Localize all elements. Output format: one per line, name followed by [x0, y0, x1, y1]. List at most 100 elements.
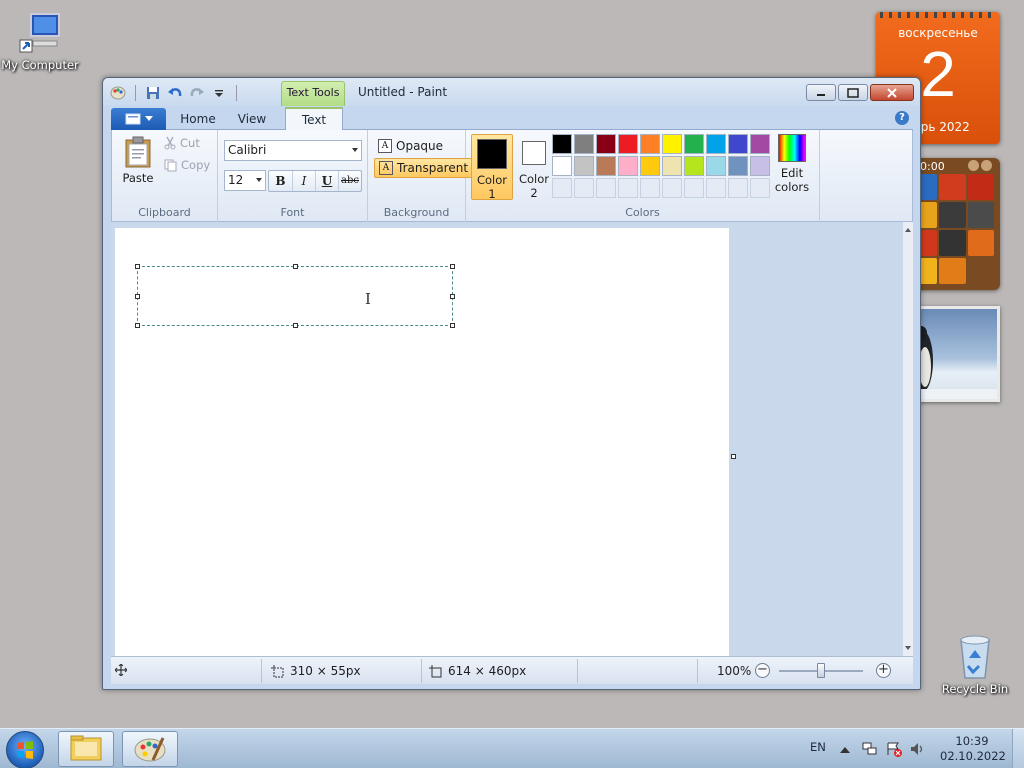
palette-swatch[interactable]: [640, 156, 660, 176]
palette-swatch[interactable]: [574, 134, 594, 154]
palette-swatch[interactable]: [706, 134, 726, 154]
custom-color-slot[interactable]: [574, 178, 594, 198]
customize-qat-icon[interactable]: [210, 84, 228, 102]
palette-swatch[interactable]: [684, 156, 704, 176]
show-desktop-button[interactable]: [1012, 729, 1024, 768]
redo-icon[interactable]: [188, 84, 206, 102]
network-icon[interactable]: [862, 741, 878, 768]
close-button[interactable]: [870, 84, 914, 101]
palette-swatch[interactable]: [596, 134, 616, 154]
help-icon[interactable]: ?: [895, 111, 909, 125]
color2-button[interactable]: Color 2: [513, 134, 555, 200]
resize-handle[interactable]: [450, 264, 455, 269]
strikethrough-button[interactable]: abc: [338, 171, 361, 191]
save-icon[interactable]: [144, 84, 162, 102]
zoom-slider-thumb[interactable]: [817, 663, 825, 678]
paint-window[interactable]: Text Tools Untitled - Paint Home View Te…: [102, 77, 921, 690]
custom-color-slot[interactable]: [684, 178, 704, 198]
palette-swatch[interactable]: [750, 134, 770, 154]
canvas-resize-handle[interactable]: [731, 454, 736, 459]
minimize-button[interactable]: [806, 84, 836, 101]
puzzle-controls[interactable]: [968, 160, 992, 171]
italic-button[interactable]: I: [292, 171, 315, 191]
custom-color-slot[interactable]: [750, 178, 770, 198]
custom-color-slot[interactable]: [640, 178, 660, 198]
resize-handle[interactable]: [293, 264, 298, 269]
custom-color-slot[interactable]: [618, 178, 638, 198]
scroll-down-icon[interactable]: [905, 646, 911, 650]
custom-color-slot[interactable]: [662, 178, 682, 198]
paint-app-icon[interactable]: [109, 84, 127, 102]
palette-swatch[interactable]: [750, 156, 770, 176]
paint-menu-button[interactable]: [111, 108, 166, 130]
color2-label-line2: 2: [530, 186, 538, 200]
copy-button[interactable]: Copy: [164, 158, 210, 172]
volume-icon[interactable]: [910, 741, 926, 768]
show-hidden-icons-icon[interactable]: [840, 743, 850, 768]
vertical-scrollbar[interactable]: [903, 222, 913, 656]
canvas-workspace[interactable]: I: [111, 222, 903, 656]
custom-color-slot[interactable]: [552, 178, 572, 198]
palette-swatch[interactable]: [728, 156, 748, 176]
clock[interactable]: 10:39 02.10.2022: [940, 734, 1006, 764]
my-computer-desktop-icon[interactable]: My Computer: [0, 12, 80, 72]
font-group-label: Font: [280, 206, 305, 219]
palette-swatch[interactable]: [662, 156, 682, 176]
color-palette: [552, 134, 770, 198]
bold-button[interactable]: B: [269, 171, 292, 191]
palette-swatch[interactable]: [684, 134, 704, 154]
underline-button[interactable]: U: [315, 171, 338, 191]
resize-handle[interactable]: [450, 294, 455, 299]
resize-handle[interactable]: [293, 323, 298, 328]
tab-view[interactable]: View: [227, 108, 277, 130]
edit-colors-button[interactable]: Edit colors: [772, 134, 812, 194]
palette-swatch[interactable]: [662, 134, 682, 154]
palette-swatch[interactable]: [552, 134, 572, 154]
window-controls: [806, 84, 914, 101]
chevron-down-icon: [256, 178, 262, 182]
start-button[interactable]: [6, 731, 44, 768]
opaque-button[interactable]: A Opaque: [374, 136, 447, 156]
color1-button[interactable]: Color 1: [471, 134, 513, 201]
puzzle-hint-icon[interactable]: [968, 160, 979, 171]
transparent-button[interactable]: A Transparent: [374, 158, 474, 178]
action-center-icon[interactable]: [886, 741, 902, 768]
palette-swatch[interactable]: [706, 156, 726, 176]
palette-swatch[interactable]: [552, 156, 572, 176]
palette-swatch[interactable]: [618, 156, 638, 176]
title-bar[interactable]: Text Tools Untitled - Paint: [103, 78, 920, 106]
custom-color-slot[interactable]: [728, 178, 748, 198]
custom-color-slot[interactable]: [706, 178, 726, 198]
resize-handle[interactable]: [135, 294, 140, 299]
font-size-dropdown[interactable]: 12: [224, 170, 266, 191]
zoom-in-button[interactable]: +: [876, 663, 891, 678]
drawing-canvas[interactable]: I: [115, 228, 729, 656]
canvas-size: 614 × 460px: [429, 664, 526, 678]
tab-text[interactable]: Text: [285, 107, 343, 130]
palette-swatch[interactable]: [618, 134, 638, 154]
scroll-up-icon[interactable]: [905, 228, 911, 232]
close-icon: [887, 87, 897, 98]
font-family-dropdown[interactable]: Calibri: [224, 140, 362, 161]
custom-color-slot[interactable]: [596, 178, 616, 198]
zoom-out-button[interactable]: −: [755, 663, 770, 678]
palette-swatch[interactable]: [728, 134, 748, 154]
text-box[interactable]: [135, 264, 455, 328]
palette-swatch[interactable]: [574, 156, 594, 176]
puzzle-solve-icon[interactable]: [981, 160, 992, 171]
resize-handle[interactable]: [135, 323, 140, 328]
maximize-button[interactable]: [838, 84, 868, 101]
resize-handle[interactable]: [450, 323, 455, 328]
palette-swatch[interactable]: [596, 156, 616, 176]
paste-button[interactable]: Paste: [118, 136, 158, 185]
recycle-bin-desktop-icon[interactable]: Recycle Bin: [935, 632, 1015, 696]
taskbar-paint-button[interactable]: [122, 731, 178, 767]
resize-handle[interactable]: [135, 264, 140, 269]
tab-home[interactable]: Home: [171, 108, 225, 130]
palette-swatch[interactable]: [640, 134, 660, 154]
language-indicator[interactable]: EN: [810, 740, 826, 768]
cut-button[interactable]: Cut: [164, 136, 200, 150]
taskbar-explorer-button[interactable]: [58, 731, 114, 767]
undo-icon[interactable]: [166, 84, 184, 102]
document-icon: [125, 113, 140, 125]
